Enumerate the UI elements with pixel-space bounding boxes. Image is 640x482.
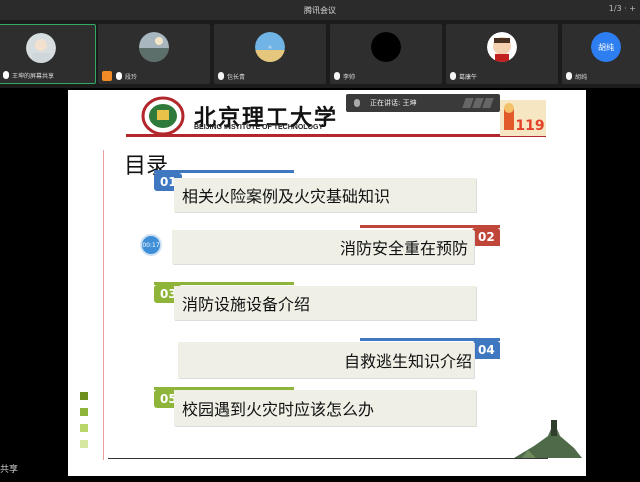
fire-119-badge: 119 (500, 100, 546, 136)
black-circle-icon (371, 32, 401, 62)
timer-badge: 00:17 (140, 234, 162, 256)
toc-item-2[interactable]: 消防安全重在预防 (172, 230, 474, 264)
decor-square (80, 392, 88, 400)
toc-item-5[interactable]: 校园遇到火灾时应该怎么办 (174, 390, 476, 426)
participant-name: 葛康午 (450, 70, 477, 82)
shared-slide: 正在讲话: 王坤 北京理工大学 BEIJING INSTITUTE OF TEC… (68, 90, 586, 476)
university-seal-logo (141, 96, 185, 136)
toc-item-1[interactable]: 相关火险案例及火灾基础知识 (174, 178, 476, 212)
title-bar: 腾讯会议 1/3 · + (0, 0, 640, 20)
decor-square (80, 424, 88, 432)
item-number: 04 (472, 341, 500, 359)
participant-name: 包长青 (218, 70, 245, 82)
globe-icon: ☼ (255, 32, 285, 62)
speaking-indicator: 正在讲话: 王坤 (346, 94, 500, 112)
header-line (126, 134, 546, 137)
toc-item-4[interactable]: 自救逃生知识介绍 (178, 342, 474, 378)
participant-tile-2[interactable]: 段玲 (98, 24, 210, 84)
mic-icon (3, 71, 9, 79)
share-icon (102, 71, 112, 81)
signal-icon (462, 98, 494, 108)
mic-icon (354, 99, 360, 107)
participant-tile-4[interactable]: 李帅 (330, 24, 442, 84)
participant-tile-3[interactable]: ☼ 包长青 (214, 24, 326, 84)
app-title: 腾讯会议 (304, 5, 336, 15)
participant-tile-1[interactable]: 王坤的屏幕共享 (0, 24, 96, 84)
share-label: 共享 (0, 465, 19, 475)
mic-off-icon (566, 72, 572, 80)
item-number: 02 (472, 228, 500, 246)
decor-square (80, 440, 88, 448)
svg-text:☼: ☼ (268, 45, 272, 51)
toc-item-3[interactable]: 消防设施设备介绍 (174, 286, 476, 320)
participant-name: 王坤的屏幕共享 (3, 69, 54, 81)
participant-name: 段玲 (102, 70, 137, 82)
mic-off-icon (218, 72, 224, 80)
initials-avatar: 胡纯 (591, 32, 621, 62)
mic-icon (116, 72, 122, 80)
mic-off-icon (334, 72, 340, 80)
participant-name: 李帅 (334, 70, 355, 82)
mic-off-icon (450, 72, 456, 80)
participant-name: 胡纯 (566, 70, 587, 82)
decorative-line (103, 150, 104, 460)
decor-square (80, 408, 88, 416)
footer-line (108, 458, 548, 459)
cartoon-icon (487, 32, 517, 62)
svg-text:119: 119 (515, 118, 544, 134)
tower-illustration (514, 420, 582, 458)
participant-tile-5[interactable]: 葛康午 (446, 24, 558, 84)
landscape-icon (139, 32, 169, 62)
university-name-en: BEIJING INSTITUTE OF TECHNOLOGY (194, 124, 324, 131)
photo-icon (26, 33, 56, 63)
participants-strip: 王坤的屏幕共享 段玲 ☼ 包长青 李帅 葛康午 胡纯 胡纯 (0, 20, 640, 88)
participant-tile-6[interactable]: 胡纯 胡纯 (562, 24, 640, 84)
window-controls[interactable]: 1/3 · + (609, 4, 636, 13)
